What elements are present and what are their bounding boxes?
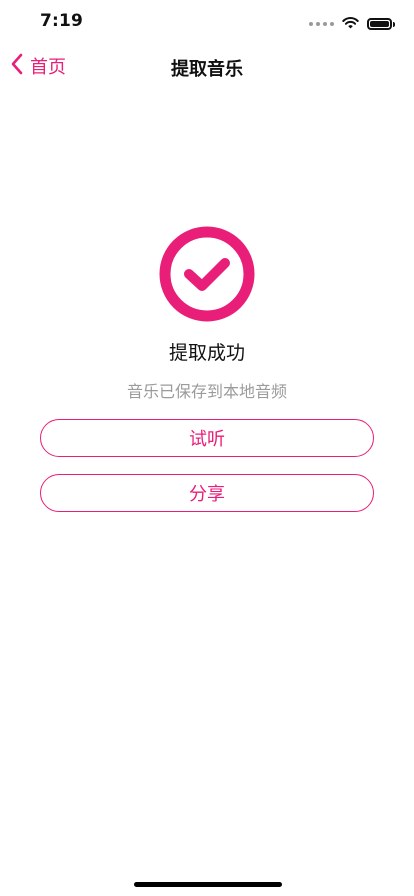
battery-icon	[367, 17, 395, 30]
signal-icon	[309, 21, 334, 26]
status-time: 7:19	[40, 11, 84, 31]
share-button[interactable]: 分享	[40, 474, 374, 512]
listen-button[interactable]: 试听	[40, 419, 374, 457]
page-title: 提取音乐	[171, 59, 243, 80]
status-icons	[309, 14, 395, 33]
check-circle-icon	[159, 226, 255, 322]
nav-bar: 首页 提取音乐	[0, 44, 414, 88]
result-subtitle: 音乐已保存到本地音频	[126, 382, 287, 401]
home-indicator[interactable]	[134, 882, 282, 887]
result-title: 提取成功	[168, 342, 245, 364]
status-bar: 7:19	[0, 0, 414, 44]
wifi-icon	[342, 14, 359, 33]
